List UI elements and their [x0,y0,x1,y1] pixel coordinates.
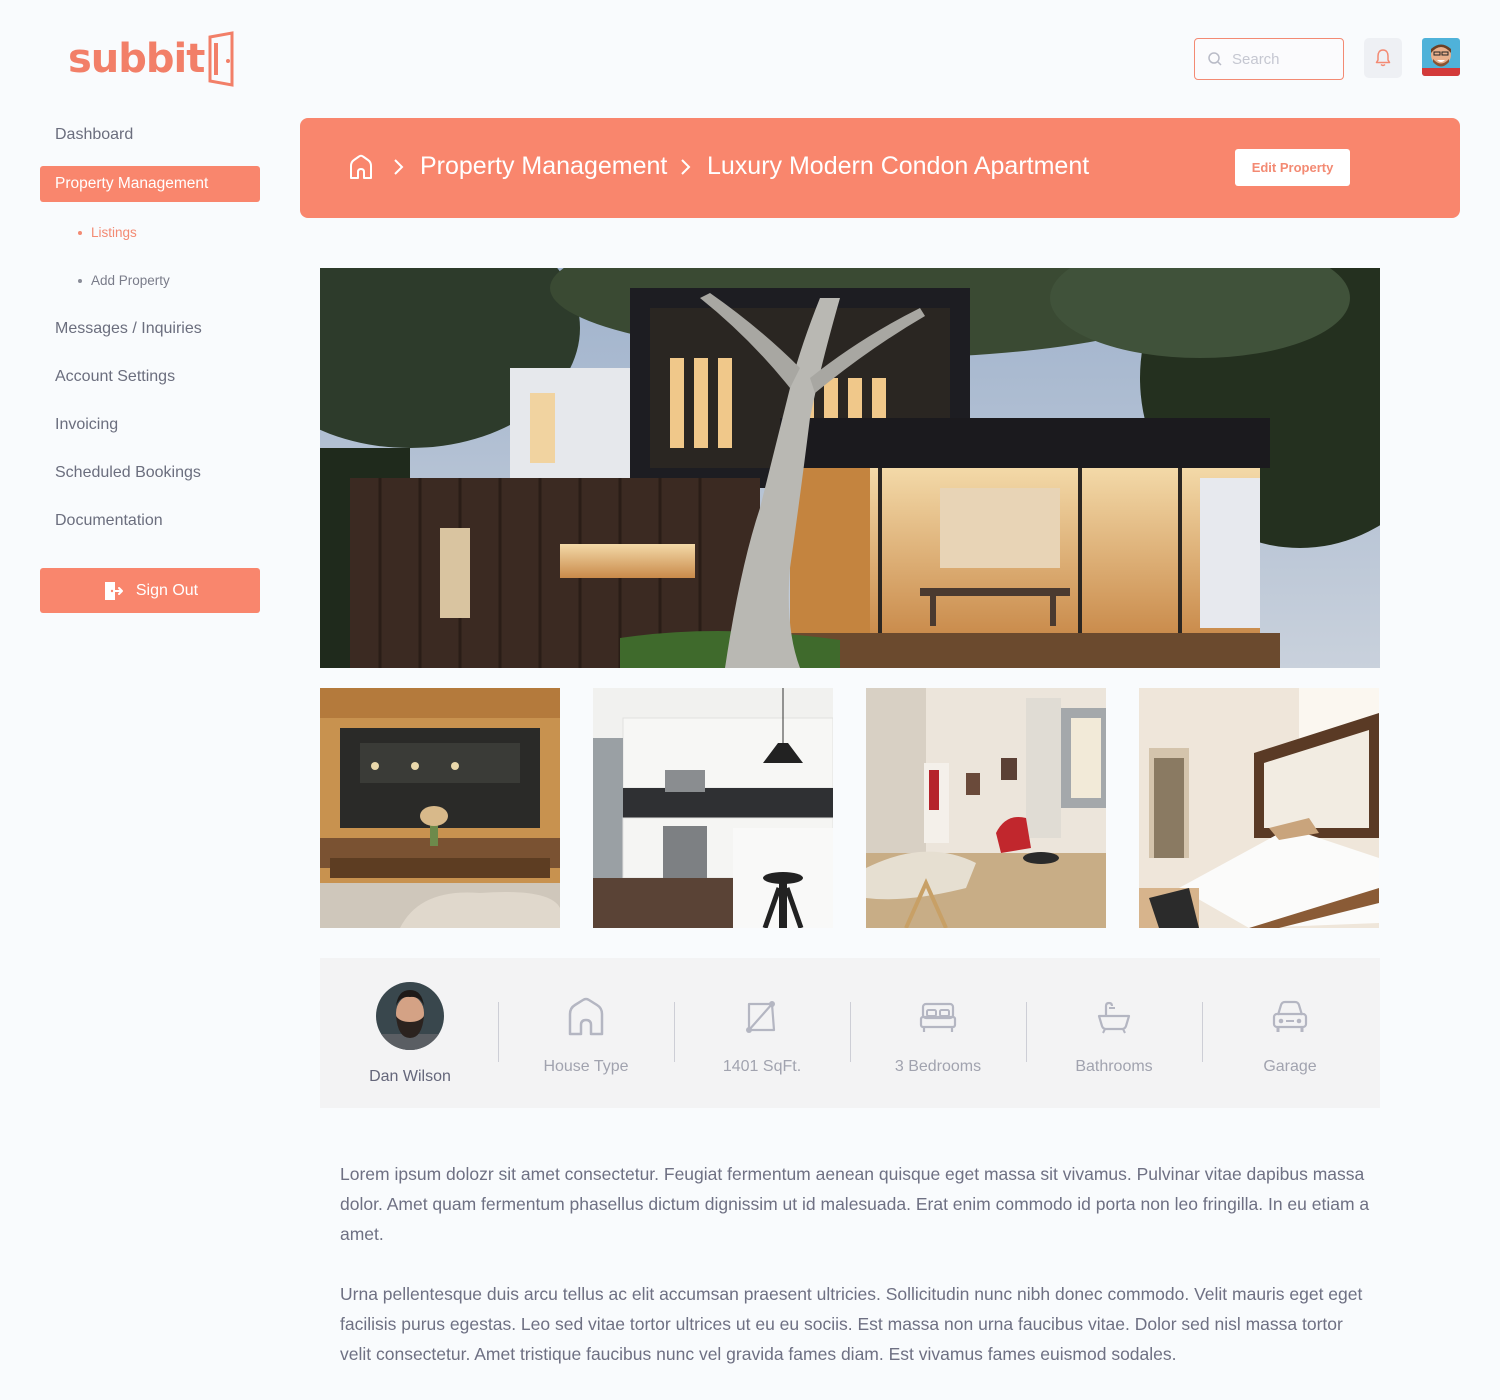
feature-label: Garage [1263,1058,1317,1075]
sidebar-subitem-add-property[interactable]: Add Property [78,273,170,288]
home-icon[interactable] [348,154,374,180]
sidebar-subitem-label: Add Property [91,273,170,288]
car-icon [1272,1000,1308,1032]
property-thumbnail-dining[interactable] [320,688,560,928]
brand-logo[interactable]: subbit [68,30,236,88]
brand-name: subbit [68,36,205,82]
sidebar-item-invoicing[interactable]: Invoicing [55,416,118,434]
chevron-right-icon [394,159,404,175]
description-paragraph: Urna pellentesque duis arcu tellus ac el… [340,1284,1363,1364]
bed-icon [919,1002,957,1032]
feature-label: 3 Bedrooms [894,1058,982,1075]
bathtub-icon [1097,1001,1131,1034]
page-header: Property Management Luxury Modern Condon… [300,118,1460,218]
agent-name: Dan Wilson [369,1068,451,1085]
search-icon [1208,52,1222,66]
property-thumbnail-bedroom[interactable] [1139,688,1379,928]
breadcrumb-page: Luxury Modern Condon Apartment [707,152,1090,180]
sidebar-item-scheduled-bookings[interactable]: Scheduled Bookings [55,464,201,482]
description-paragraph: Lorem ipsum dolozr sit amet consectetur.… [340,1164,1370,1244]
sidebar-item-property-management[interactable]: Property Management [40,166,260,202]
area-icon [746,1001,776,1033]
breadcrumb-section[interactable]: Property Management [420,152,667,181]
search-box[interactable] [1194,38,1344,80]
property-thumbnail-kitchen[interactable] [593,688,833,928]
agent-avatar[interactable] [376,982,444,1050]
sidebar-item-messages[interactable]: Messages / Inquiries [55,320,202,338]
house-icon [568,997,604,1036]
feature-label: House Type [543,1058,629,1075]
sign-out-icon [104,581,123,600]
sidebar-subitem-label: Listings [91,225,137,240]
sidebar-subitem-listings[interactable]: Listings [78,225,137,240]
chevron-right-icon [681,159,691,175]
property-features: Dan Wilson House Type 1401 SqFt. 3 Bedro… [320,958,1380,1108]
sidebar-item-dashboard[interactable]: Dashboard [55,126,133,144]
property-thumbnail-living-room[interactable] [866,688,1106,928]
feature-garage: Garage [1202,996,1378,1076]
feature-house-type: House Type [498,996,674,1076]
user-avatar[interactable] [1422,38,1460,76]
door-icon [208,31,234,87]
sidebar-item-documentation[interactable]: Documentation [55,512,163,530]
sidebar-item-account-settings[interactable]: Account Settings [55,368,175,386]
feature-bedrooms: 3 Bedrooms [850,996,1026,1076]
bullet-icon [78,230,82,235]
feature-bathrooms: Bathrooms [1026,996,1202,1076]
bullet-icon [78,278,82,283]
feature-area: 1401 SqFt. [674,996,850,1076]
search-input[interactable] [1232,50,1332,68]
notifications-button[interactable] [1364,38,1402,78]
sign-out-button[interactable]: Sign Out [40,568,260,613]
feature-label: 1401 SqFt. [722,1058,802,1075]
feature-label: Bathrooms [1075,1058,1153,1075]
bell-icon [1375,49,1391,67]
edit-property-button[interactable]: Edit Property [1235,149,1350,186]
sign-out-label: Sign Out [135,581,199,599]
property-main-photo[interactable] [320,268,1380,668]
